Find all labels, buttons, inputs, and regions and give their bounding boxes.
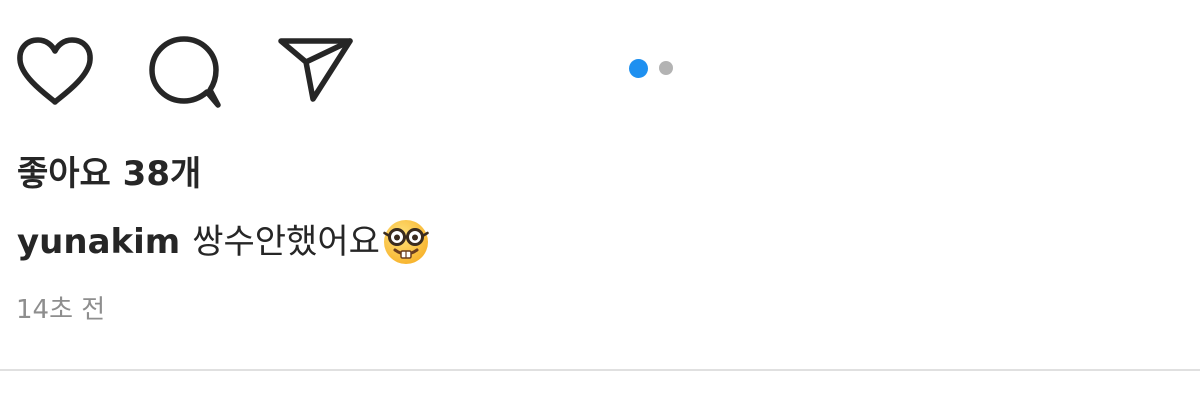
likes-count[interactable]: 좋아요 38개 — [17, 150, 201, 198]
carousel-dot-active — [629, 58, 648, 78]
post-caption: yunakim 쌍수안했어요 — [17, 217, 430, 267]
section-divider — [0, 369, 1200, 371]
post-action-bar — [0, 0, 1200, 140]
share-button[interactable] — [276, 35, 356, 103]
caption-text: 쌍수안했어요 — [192, 222, 380, 262]
like-button[interactable] — [15, 36, 95, 108]
paper-plane-icon — [278, 38, 353, 102]
comment-button[interactable] — [146, 33, 226, 113]
nerd-face-emoji-icon — [382, 218, 430, 266]
comment-bubble-icon — [149, 36, 221, 108]
caption-username[interactable]: yunakim — [17, 217, 180, 267]
carousel-indicator — [629, 58, 673, 78]
heart-icon — [17, 37, 93, 105]
post-timestamp: 14초 전 — [16, 295, 106, 325]
carousel-dot-inactive — [659, 61, 673, 75]
